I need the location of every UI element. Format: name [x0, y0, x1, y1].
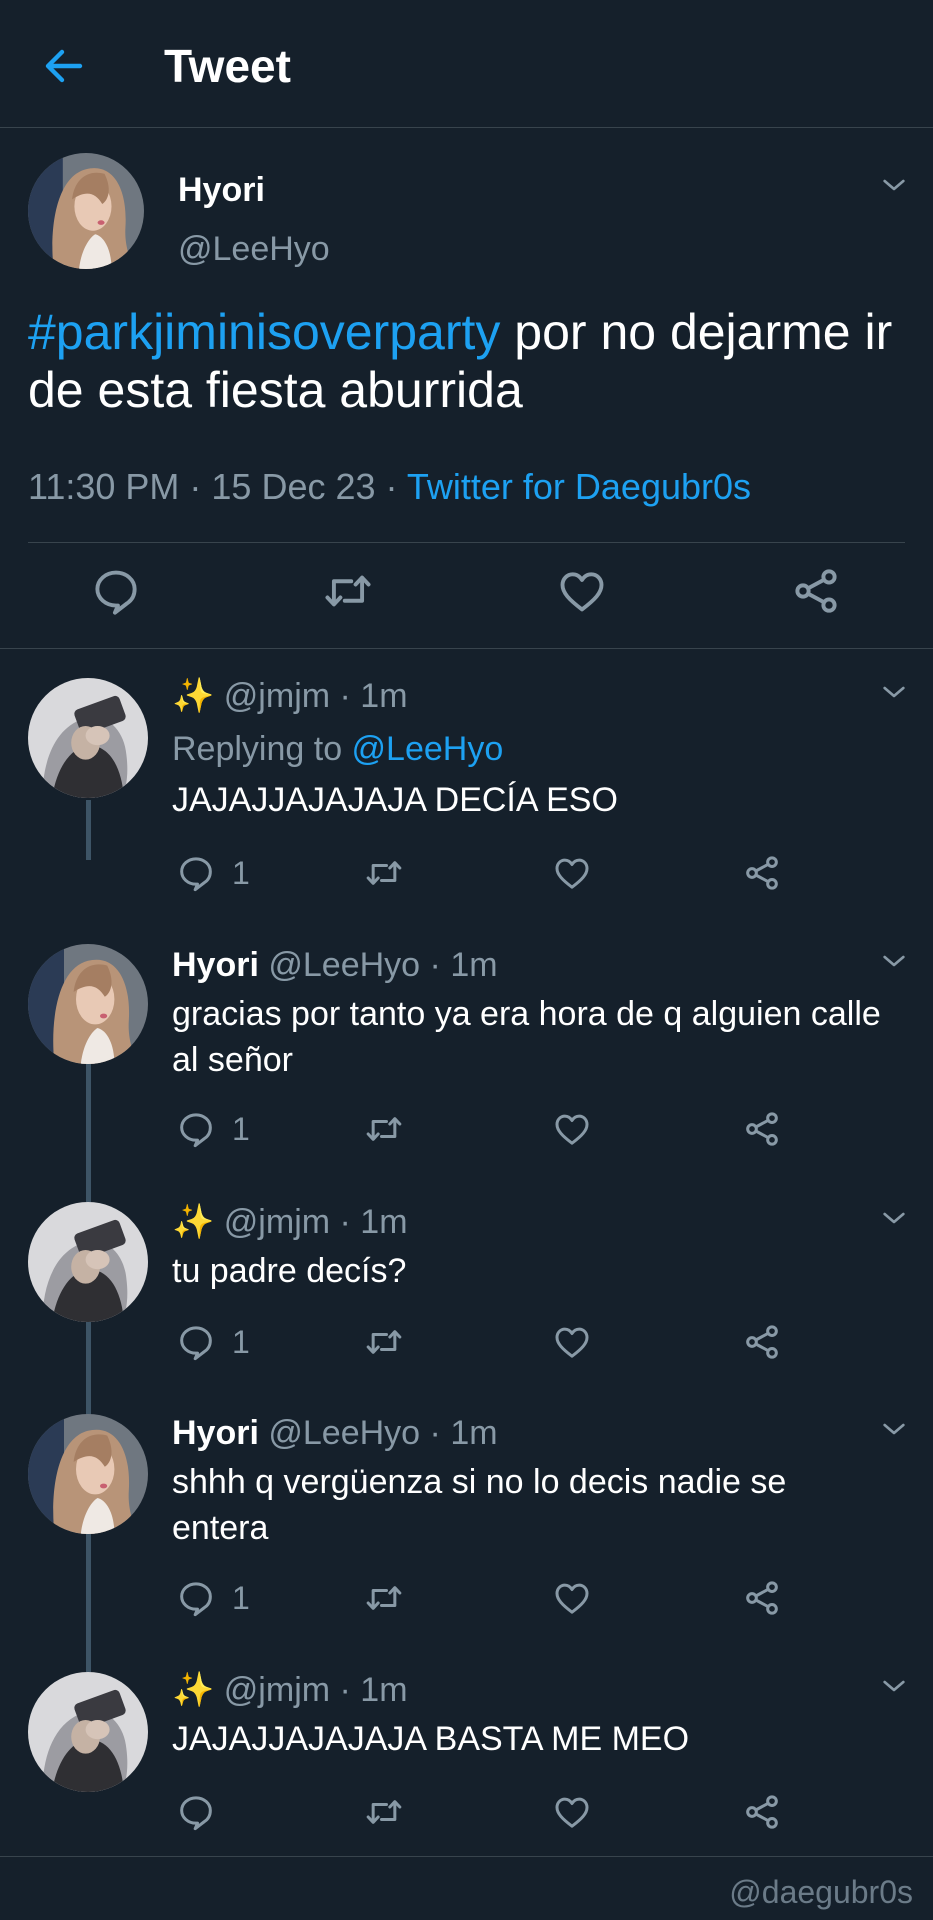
reply-tweet[interactable]: ✨ @jmjm · 1m tu padre decís? 1 — [0, 1172, 933, 1382]
chevron-down-icon[interactable] — [878, 1670, 910, 1702]
tweet-text: #parkjiminisoverparty por no dejarme ir … — [28, 303, 908, 419]
avatar[interactable] — [28, 1672, 148, 1792]
author-handle[interactable]: @LeeHyo — [268, 946, 420, 984]
back-arrow-icon[interactable] — [40, 42, 88, 90]
avatar[interactable] — [28, 678, 148, 798]
reply-tweet[interactable]: ✨ @jmjm · 1m JAJAJJAJAJAJA BASTA ME MEO — [0, 1642, 933, 1856]
share-icon[interactable] — [790, 565, 842, 617]
reply-text: tu padre decís? — [172, 1252, 407, 1290]
share-icon[interactable] — [742, 853, 782, 893]
reply-text: gracias por tanto ya era hora de q algui… — [172, 995, 881, 1079]
reply-header: ✨ @jmjm · 1m — [172, 1201, 408, 1243]
reply-tweet[interactable]: Hyori @LeeHyo · 1m gracias por tanto ya … — [0, 914, 933, 1172]
reply-text: JAJAJJAJAJAJA DECÍA ESO — [172, 781, 618, 819]
share-icon[interactable] — [742, 1792, 782, 1832]
avatar[interactable] — [28, 1202, 148, 1322]
retweet-icon[interactable] — [364, 1109, 404, 1149]
reply-time: · 1m — [339, 677, 408, 715]
reply-time: · 1m — [429, 1414, 498, 1452]
reply-time: · 1m — [339, 1671, 408, 1709]
retweet-icon[interactable] — [364, 1578, 404, 1618]
comment-icon[interactable] — [176, 853, 216, 893]
reply-text: shhh q vergüenza si no lo decis nadie se… — [172, 1463, 787, 1547]
comment-icon[interactable] — [176, 1109, 216, 1149]
page-title: Tweet — [164, 40, 291, 92]
chevron-down-icon[interactable] — [878, 1202, 910, 1234]
reply-text: JAJAJJAJAJAJA BASTA ME MEO — [172, 1720, 690, 1758]
reply-header: ✨ @jmjm · 1m — [172, 1669, 408, 1711]
author-name[interactable]: Hyori — [172, 946, 259, 984]
replying-to-link[interactable]: @LeeHyo — [352, 730, 504, 768]
heart-icon[interactable] — [552, 1322, 592, 1362]
replying-label: Replying to — [172, 730, 352, 768]
sparkles-emoji: ✨ — [172, 1671, 215, 1709]
hashtag-link[interactable]: #parkjiminisoverparty — [28, 304, 500, 360]
chevron-down-icon[interactable] — [878, 1413, 910, 1445]
reply-count: 1 — [232, 1111, 250, 1147]
replying-to: Replying to @LeeHyo — [172, 728, 503, 770]
main-tweet: Hyori @LeeHyo #parkjiminisoverparty por … — [0, 129, 933, 649]
heart-icon[interactable] — [552, 1792, 592, 1832]
sparkles-emoji: ✨ — [172, 677, 215, 715]
author-name[interactable]: Hyori — [178, 169, 265, 211]
heart-icon[interactable] — [556, 565, 608, 617]
tweet-meta: 11:30 PM · 15 Dec 23 · Twitter for Daegu… — [28, 465, 751, 509]
chevron-down-icon[interactable] — [878, 676, 910, 708]
sparkles-emoji: ✨ — [172, 1203, 215, 1241]
share-icon[interactable] — [742, 1109, 782, 1149]
author-handle[interactable]: @jmjm — [224, 677, 330, 715]
reply-tweet[interactable]: Hyori @LeeHyo · 1m shhh q vergüenza si n… — [0, 1384, 933, 1640]
author-handle[interactable]: @jmjm — [224, 1203, 330, 1241]
reply-time: · 1m — [339, 1203, 408, 1241]
retweet-icon[interactable] — [364, 853, 404, 893]
divider — [28, 542, 905, 543]
retweet-icon[interactable] — [322, 565, 374, 617]
watermark: @daegubr0s — [729, 1874, 913, 1910]
divider — [0, 1856, 933, 1857]
comment-icon[interactable] — [176, 1578, 216, 1618]
comment-icon[interactable] — [176, 1322, 216, 1362]
retweet-icon[interactable] — [364, 1322, 404, 1362]
avatar[interactable] — [28, 1414, 148, 1534]
comment-icon[interactable] — [176, 1792, 216, 1832]
reply-header: ✨ @jmjm · 1m — [172, 675, 408, 717]
chevron-down-icon[interactable] — [878, 945, 910, 977]
avatar[interactable] — [28, 153, 144, 269]
reply-count: 1 — [232, 1324, 250, 1360]
reply-header: Hyori @LeeHyo · 1m — [172, 944, 498, 986]
heart-icon[interactable] — [552, 853, 592, 893]
author-handle[interactable]: @LeeHyo — [268, 1414, 420, 1452]
heart-icon[interactable] — [552, 1578, 592, 1618]
reply-count: 1 — [232, 1580, 250, 1616]
tweet-source-link[interactable]: Twitter for Daegubr0s — [407, 466, 751, 507]
author-handle[interactable]: @jmjm — [224, 1671, 330, 1709]
chevron-down-icon[interactable] — [878, 169, 910, 201]
share-icon[interactable] — [742, 1578, 782, 1618]
author-name[interactable]: Hyori — [172, 1414, 259, 1452]
comment-icon[interactable] — [90, 565, 142, 617]
top-bar: Tweet — [0, 0, 933, 128]
author-handle[interactable]: @LeeHyo — [178, 228, 330, 270]
reply-time: · 1m — [429, 946, 498, 984]
reply-tweet[interactable]: ✨ @jmjm · 1m Replying to @LeeHyo JAJAJJA… — [0, 650, 933, 914]
reply-header: Hyori @LeeHyo · 1m — [172, 1412, 498, 1454]
share-icon[interactable] — [742, 1322, 782, 1362]
heart-icon[interactable] — [552, 1109, 592, 1149]
retweet-icon[interactable] — [364, 1792, 404, 1832]
tweet-timestamp: 11:30 PM · 15 Dec 23 · — [28, 466, 407, 507]
avatar[interactable] — [28, 944, 148, 1064]
reply-count: 1 — [232, 855, 250, 891]
